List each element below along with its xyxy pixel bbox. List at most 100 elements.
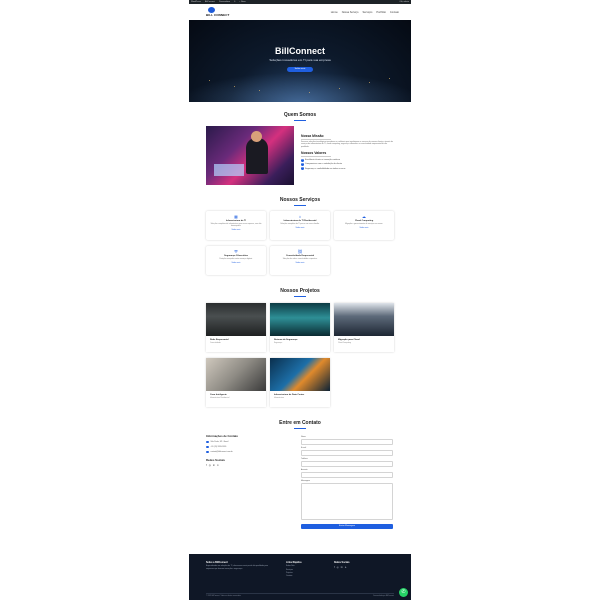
name-field[interactable] [301, 439, 393, 445]
nav-item-home[interactable]: Home [331, 11, 338, 14]
service-link[interactable]: Saiba mais [270, 227, 330, 229]
contact-info-title: Informações de Contato [206, 434, 239, 438]
instagram-icon[interactable]: ◎ [209, 464, 211, 467]
facebook-icon[interactable]: f [334, 566, 335, 569]
nav-item-portfolio[interactable]: Portfólio [376, 11, 386, 14]
service-link[interactable]: Saiba mais [270, 262, 330, 264]
social-title: Redes Sociais [206, 458, 225, 462]
contact-address: São Paulo, SP - Brasil [206, 440, 286, 443]
instagram-icon[interactable]: ◎ [337, 566, 339, 569]
city-light [369, 82, 370, 83]
service-link[interactable]: Saiba mais [206, 229, 266, 231]
credit: Desenvolvido por BillConnect [373, 595, 394, 597]
nav-item-contact[interactable]: Contato [390, 11, 399, 14]
city-light [234, 86, 235, 87]
email-field[interactable] [301, 450, 393, 456]
footer-link[interactable]: Contato [286, 575, 326, 577]
check-icon: ✓ [301, 162, 304, 166]
project-card[interactable]: Infraestrutura de Data Center Infraestru… [270, 358, 330, 407]
service-link[interactable]: Saiba mais [206, 262, 266, 264]
facebook-icon[interactable]: f [206, 464, 207, 467]
mission-title: Nossa Missão [301, 134, 395, 140]
site-header: BILL CONNECT Home Nossa Serviço Serviços… [189, 4, 411, 20]
network-icon: ⛓ [297, 249, 303, 254]
footer-social-links: f ◎ in ✦ [334, 566, 384, 569]
contact-phone: +55 (11) 9999-9999 [206, 445, 286, 448]
hero-cta-button[interactable]: Saiba mais [287, 67, 313, 72]
contact-form: Nome E-mail Telefone Assunto Mensagem En… [301, 434, 393, 529]
twitter-icon[interactable]: ✦ [217, 464, 219, 467]
project-card[interactable]: Sistema de Segurança Segurança [270, 303, 330, 352]
mission-text: Fornecer soluções tecnológicas inovadora… [301, 140, 393, 148]
nav-item-about[interactable]: Nossa Serviço [342, 11, 359, 14]
subject-field[interactable] [301, 472, 393, 478]
service-card-infra[interactable]: ▦ Infraestrutura de TI Soluções completa… [206, 211, 266, 240]
city-light [389, 78, 390, 79]
values-list: ✓ Excelência técnica e inovação contínua … [301, 158, 395, 171]
project-image [270, 303, 330, 336]
site-footer: Sobre a BillConnect Especializada em sol… [189, 554, 411, 600]
service-card-cloud[interactable]: ☁ Cloud Computing Migração e gerenciamen… [334, 211, 394, 240]
value-item: ✓ Segurança e confiabilidade em todos os … [301, 167, 346, 171]
project-card[interactable]: Rede Empresarial Conectividade [206, 303, 266, 352]
person-shape [246, 138, 268, 174]
contact-title: Entre em Contato [189, 420, 411, 429]
footer-bottom: © 2025 BillConnect. Todos os direitos re… [206, 593, 394, 597]
footer-link[interactable]: Sobre Nós [286, 565, 326, 567]
server-icon: ▦ [234, 214, 238, 219]
linkedin-icon[interactable]: in [213, 464, 215, 467]
message-field[interactable] [301, 483, 393, 520]
message-label: Mensagem [301, 480, 310, 482]
nav-item-services[interactable]: Serviços [362, 11, 372, 14]
phone-field[interactable] [301, 461, 393, 467]
twitter-icon[interactable]: ✦ [345, 566, 347, 569]
service-card-connectivity[interactable]: ⛓ Conectividade Empresarial Soluções de … [270, 246, 330, 275]
hero-banner: BillConnect Soluções inovadoras em TI pa… [189, 20, 411, 102]
about-image [206, 126, 294, 185]
email-icon [206, 450, 209, 453]
project-card[interactable]: Migração para Cloud Cloud Computing [334, 303, 394, 352]
hero-subtitle: Soluções inovadoras em TI para sua empre… [269, 58, 331, 62]
contact-info: Informações de Contato São Paulo, SP - B… [206, 434, 286, 467]
footer-social: Redes Sociais f ◎ in ✦ [334, 562, 384, 569]
about-title: Quem Somos [189, 112, 411, 121]
name-label: Nome [301, 436, 306, 438]
social-links: f ◎ in ✦ [206, 464, 286, 467]
whatsapp-button[interactable]: ✆ [399, 588, 408, 597]
footer-link[interactable]: Projetos [286, 572, 326, 574]
footer-links: Links Rápidos Sobre Nós Serviços Projeto… [286, 562, 326, 577]
project-image [206, 303, 266, 336]
linkedin-icon[interactable]: in [341, 566, 343, 569]
about-text: Nossa Missão Fornecer soluções tecnológi… [301, 134, 395, 171]
project-image [206, 358, 266, 391]
home-icon: ⌂ [298, 214, 302, 219]
shield-icon: ⛨ [234, 249, 238, 254]
service-link[interactable]: Saiba mais [334, 227, 394, 229]
check-icon: ✓ [301, 158, 304, 162]
value-item: ✓ Excelência técnica e inovação contínua [301, 158, 341, 162]
service-card-security[interactable]: ⛨ Segurança Cibernética Proteção avançad… [206, 246, 266, 275]
project-card[interactable]: Casa Inteligente Infraestrutura Residenc… [206, 358, 266, 407]
copyright: © 2025 BillConnect. Todos os direitos re… [206, 595, 242, 597]
logo-text: BILL CONNECT [206, 13, 230, 17]
city-light [309, 92, 310, 93]
footer-about: Sobre a BillConnect Especializada em sol… [206, 562, 268, 570]
submit-button[interactable]: Enviar Mensagem [301, 524, 393, 529]
logo[interactable]: BILL CONNECT [206, 7, 229, 17]
footer-link[interactable]: Serviços [286, 569, 326, 571]
cloud-icon: ☁ [362, 214, 366, 219]
projects-title: Nossos Projetos [189, 288, 411, 297]
subject-label: Assunto [301, 469, 308, 471]
values-title: Nossos Valores [301, 151, 395, 157]
city-light [259, 90, 260, 91]
contact-email[interactable]: contato@billconnect.com.br [206, 450, 286, 453]
services-title: Nossos Serviços [189, 197, 411, 206]
city-light [209, 80, 210, 81]
person-head-shape [251, 131, 262, 142]
main-nav: Home Nossa Serviço Serviços Portfólio Co… [331, 11, 399, 14]
earth-glow [189, 72, 411, 102]
hero-title: BillConnect [274, 46, 325, 56]
value-item: ✓ Compromisso com a satisfação do cliente [301, 162, 343, 166]
service-card-residential[interactable]: ⌂ Infraestrutura de TI Residencial Soluç… [270, 211, 330, 240]
project-image [334, 303, 394, 336]
